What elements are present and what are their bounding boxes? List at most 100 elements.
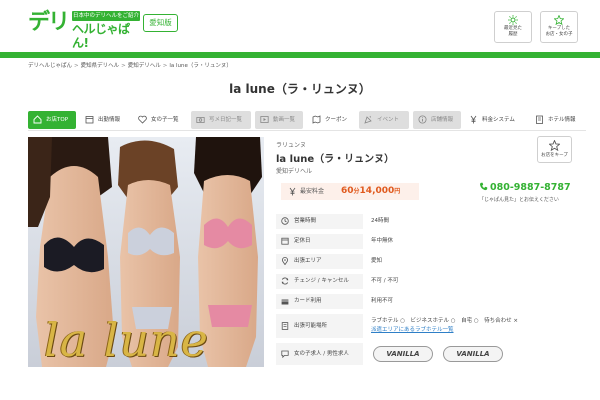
info-label-text: 営業時間 [294,218,317,224]
tab-coupon[interactable]: クーポン [307,111,355,129]
info-row: 出張可能場所 ラブホテル ○ ビジネスホテル ○ 自宅 ○ 待ち合わせ × 派遣… [276,314,586,338]
info-value-text: 年中無休 [371,238,394,244]
breadcrumb-separator: > [74,63,79,69]
tab-shop-info[interactable]: 店舗情報 [413,111,461,129]
video-icon [260,116,269,123]
vanilla-girls-recruit-badge[interactable]: VANILLA [373,346,433,362]
tab-label: 出勤情報 [98,117,121,123]
logo-main-text: デリ [28,10,70,35]
shop-tab-bar: お店TOP 出勤情報 女の子一覧 写メ日記一覧 動画一覧 クーポン イベント 店… [28,111,586,129]
phone-number[interactable]: 080-9887-8787 [479,182,571,193]
info-label-text: チェンジ / キャンセル [294,278,349,284]
breadcrumb-separator: > [121,63,126,69]
vanilla-men-recruit-badge[interactable]: VANILLA [443,346,503,362]
kept-label-2: お店・女の子 [545,32,573,37]
tab-label: クーポン [325,117,348,123]
page-title: la lune（ラ・リュンヌ） [229,82,371,96]
shop-name: la lune（ラ・リュンヌ） [276,154,395,165]
recent-history-button[interactable]: 最近見た 履歴 [494,11,532,43]
price-currency: 円 [394,188,401,195]
info-row-label: 営業時間 [276,214,363,229]
shop-name-kana: ラリュンヌ [276,142,307,149]
tab-videos[interactable]: 動画一覧 [255,111,303,129]
yen-icon [470,115,477,124]
keep-shop-label: お店をキープ [541,153,568,158]
calendar-icon [85,116,94,124]
star-icon [554,15,564,25]
tab-label: お店TOP [46,117,69,123]
map-icon [312,115,321,124]
min-price-box: 最安料金 60分14,000円 [281,183,419,200]
info-row: 営業時間 24時間 [276,214,586,229]
info-row-label: 出張可能場所 [276,314,363,338]
info-row-label: 出張エリア [276,254,363,269]
info-icon [418,115,427,124]
info-label-text: 女の子求人 / 男性求人 [294,351,349,357]
kept-items-button[interactable]: キープした お店・女の子 [540,11,578,43]
info-row: 女の子求人 / 男性求人 VANILLA VANILLA [276,343,586,365]
info-row-label: カード利用 [276,294,363,309]
info-row-label: チェンジ / キャンセル [276,274,363,289]
info-value-text: 24時間 [371,218,389,224]
home-icon [33,115,42,124]
price-label: 最安料金 [300,188,325,195]
tab-label: 女の子一覧 [151,117,179,123]
info-value-text: ラブホテル ○ ビジネスホテル ○ 自宅 ○ 待ち合わせ × [371,318,519,324]
phone-icon [480,182,488,191]
logo-sub-text: ヘルじゃぱん! [72,22,130,50]
breadcrumb-separator: > [162,63,168,69]
info-value-block: ラブホテル ○ ビジネスホテル ○ 自宅 ○ 待ち合わせ × 派遣エリアにあるラ… [371,317,518,335]
tab-label: 写メ日記一覧 [209,117,243,123]
info-value-text: 利用不可 [371,298,394,304]
hotel-icon [536,115,543,124]
tab-label: 店舗情報 [431,117,454,123]
info-label-text: 出張エリア [294,258,322,264]
keep-shop-button[interactable]: お店をキープ [537,136,572,163]
tab-attendance[interactable]: 出勤情報 [80,111,130,129]
recent-label-2: 履歴 [508,32,518,37]
info-value-text: 不可 / 不可 [371,278,399,284]
tab-label: イベント [377,117,400,123]
info-row-label: 定休日 [276,234,363,249]
tab-hotel-info[interactable]: ホテル情報 [530,111,586,129]
info-row: 定休日 年中無休 [276,234,586,249]
tab-divider [28,130,586,131]
info-label-text: カード利用 [294,298,322,304]
chat-icon [281,350,289,358]
calendar-icon [281,237,289,245]
camera-icon [196,117,205,123]
phone-number-text: 080-9887-8787 [490,182,571,193]
tab-label: 料金システム [482,117,515,123]
header-divider [0,52,600,58]
breadcrumb-prefecture[interactable]: 愛知県デリヘル [81,63,120,69]
love-hotel-list-link[interactable]: 派遣エリアにあるラブホテル一覧 [371,327,454,333]
tab-photo-diary[interactable]: 写メ日記一覧 [191,111,251,129]
hotel-icon [281,322,289,330]
hero-logo-text: la lune [44,313,209,367]
tab-label: ホテル情報 [548,117,576,123]
heart-icon [138,115,147,124]
phone-note: 「じゃぱん見た」とお伝えください [479,197,559,203]
info-row: カード利用 利用不可 [276,294,586,309]
info-value-text: 愛知 [371,258,383,264]
sun-icon [508,15,518,25]
breadcrumb-current: la lune（ラ・リュンヌ） [169,63,232,69]
card-icon [281,299,289,304]
breadcrumb-home[interactable]: デリヘルじゃぱん [28,63,72,69]
info-label-text: 定休日 [294,238,311,244]
site-header: デリ 日本中のデリヘルをご紹介 ヘルじゃぱん! 愛知版 最近見た 履歴 キープし… [0,0,600,52]
breadcrumb-area[interactable]: 愛知デリヘル [128,63,161,69]
tab-shop-top[interactable]: お店TOP [28,111,76,129]
tab-event[interactable]: イベント [359,111,409,129]
price-value: 60分14,000円 [341,183,400,200]
breadcrumb: デリヘルじゃぱん > 愛知県デリヘル > 愛知デリヘル > la lune（ラ・リュンヌ） [28,61,232,69]
site-logo[interactable]: デリ 日本中のデリヘルをご紹介 ヘルじゃぱん! [28,10,140,50]
shop-main-image: la lune [28,137,264,367]
info-row-label: 女の子求人 / 男性求人 [276,343,363,365]
price-amount: 14,000 [359,186,395,196]
shop-area: 愛知デリヘル [276,168,313,175]
area-version-button[interactable]: 愛知版 [143,14,178,32]
tab-price-system[interactable]: 料金システム [464,111,526,129]
info-label-text: 出張可能場所 [294,323,328,329]
tab-girls-list[interactable]: 女の子一覧 [133,111,188,129]
